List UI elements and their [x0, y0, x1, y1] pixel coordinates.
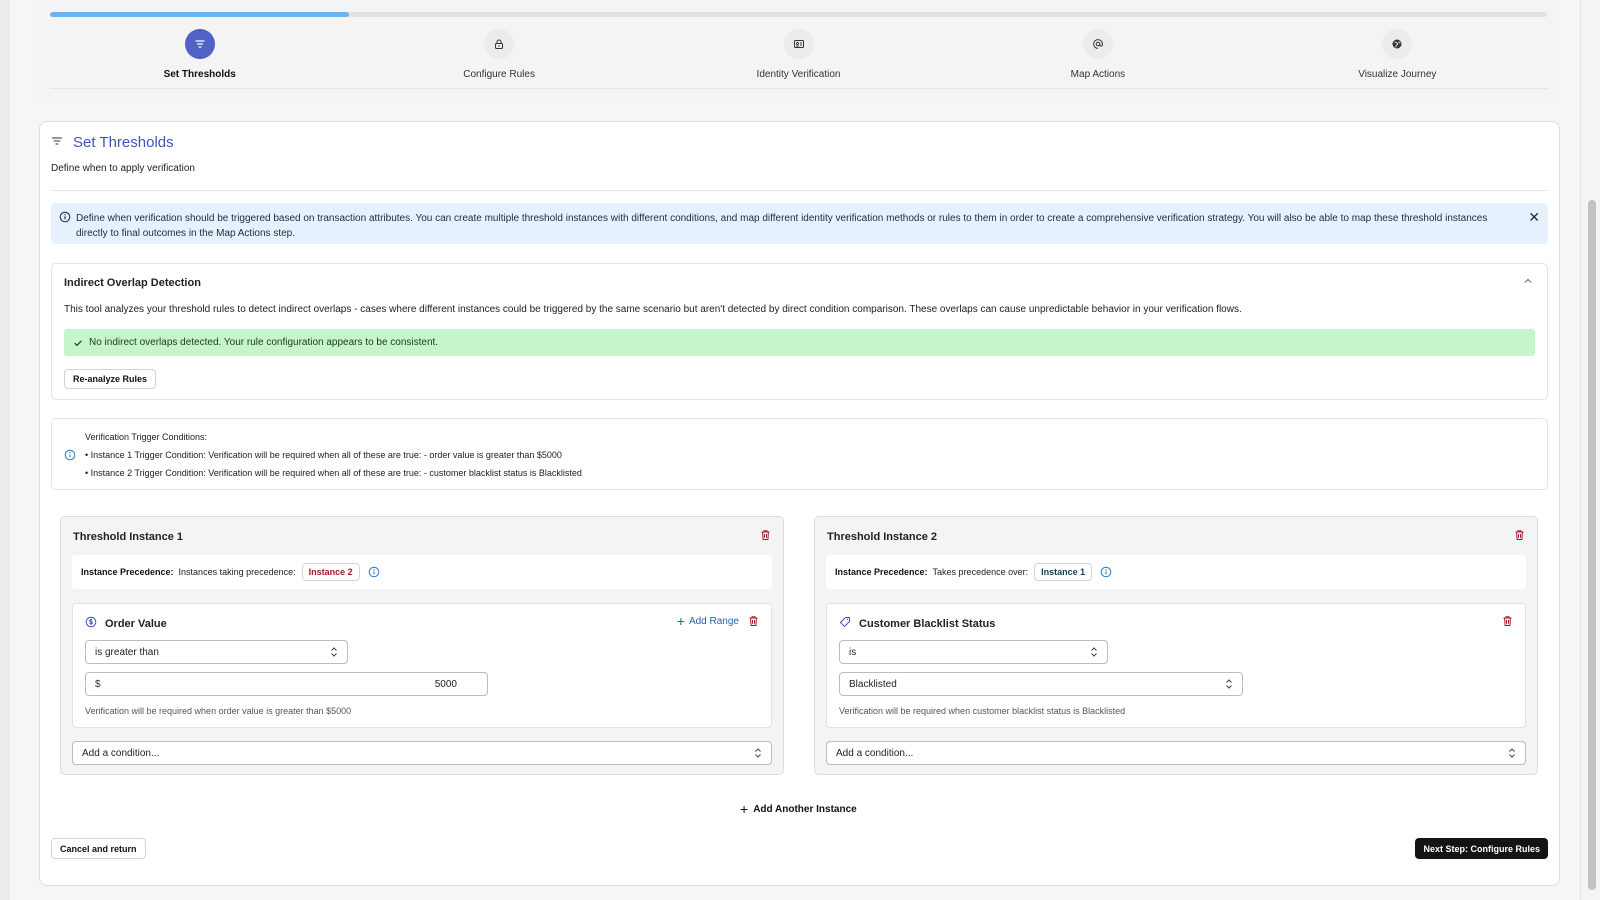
info-icon	[59, 211, 71, 226]
trash-icon[interactable]	[748, 615, 759, 630]
add-range-button[interactable]: + Add Range	[676, 613, 739, 629]
chevron-updown-icon	[330, 646, 338, 661]
step-set-thresholds[interactable]: Set Thresholds	[50, 29, 349, 88]
info-icon[interactable]	[1100, 566, 1112, 578]
step-identity-verification[interactable]: Identity Verification	[649, 29, 948, 88]
add-instance-label: Add Another Instance	[753, 803, 857, 815]
add-condition-placeholder: Add a condition...	[82, 747, 160, 759]
id-card-icon	[783, 29, 814, 59]
chevron-updown-icon	[1225, 678, 1233, 693]
chevron-updown-icon	[1090, 646, 1098, 661]
add-condition-placeholder: Add a condition...	[836, 747, 914, 759]
trigger-title: Verification Trigger Conditions:	[85, 432, 208, 442]
condition-header: Order Value	[85, 616, 167, 631]
set-thresholds-card: Set Thresholds Define when to apply veri…	[39, 121, 1560, 886]
precedence-badge: Instance 1	[1034, 563, 1093, 581]
overlap-title: Indirect Overlap Detection	[64, 277, 201, 289]
cancel-button[interactable]: Cancel and return	[51, 838, 146, 859]
page-subtitle: Define when to apply verification	[51, 163, 195, 174]
overlap-success-alert: No indirect overlaps detected. Your rule…	[64, 329, 1535, 356]
trigger-conditions-panel: Verification Trigger Conditions: • Insta…	[51, 418, 1548, 490]
plus-icon: +	[676, 613, 685, 629]
precedence-text: Takes precedence over:	[932, 567, 1029, 577]
condition-name: Order Value	[105, 617, 167, 630]
order-value: 5000	[434, 679, 457, 690]
operator-select[interactable]: is	[839, 640, 1108, 664]
check-icon	[73, 338, 83, 348]
trash-icon[interactable]	[1514, 529, 1525, 544]
add-another-instance-button[interactable]: + Add Another Instance	[740, 801, 857, 817]
scrollbar[interactable]	[1580, 0, 1600, 900]
step-label: Configure Rules	[463, 69, 535, 80]
condition-customer-blacklist-status: Customer Blacklist Status is Blacklisted	[826, 603, 1526, 728]
trash-icon[interactable]	[1502, 615, 1513, 630]
globe-icon	[1382, 29, 1413, 59]
blacklist-status-select[interactable]: Blacklisted	[839, 672, 1243, 696]
step-map-actions[interactable]: Map Actions	[948, 29, 1247, 88]
info-icon	[64, 449, 76, 464]
plus-icon: +	[740, 801, 749, 817]
blacklist-status-value: Blacklisted	[849, 678, 897, 690]
overlap-success-text: No indirect overlaps detected. Your rule…	[89, 337, 439, 348]
step-label: Identity Verification	[756, 69, 841, 80]
chevron-up-icon[interactable]	[1523, 276, 1533, 289]
next-step-button[interactable]: Next Step: Configure Rules	[1415, 838, 1548, 859]
progress-bar	[50, 12, 1547, 17]
condition-header: Customer Blacklist Status	[839, 616, 995, 631]
card-header: Set Thresholds	[51, 134, 174, 151]
info-banner: Define when verification should be trigg…	[51, 203, 1548, 244]
instance-title: Threshold Instance 1	[73, 531, 184, 543]
step-label: Map Actions	[1070, 69, 1126, 80]
filter-icon	[51, 135, 63, 150]
precedence-badge: Instance 2	[301, 563, 360, 581]
chevron-updown-icon	[1508, 747, 1516, 762]
add-range-label: Add Range	[688, 615, 739, 627]
condition-name: Customer Blacklist Status	[859, 617, 996, 630]
app-page: Set Thresholds Configure Rules Identity …	[10, 0, 1580, 900]
precedence-label: Instance Precedence:	[835, 567, 928, 577]
condition-order-value: Order Value + Add Range is greater than …	[72, 603, 772, 728]
tag-icon	[839, 616, 851, 631]
scrollbar-thumb[interactable]	[1588, 200, 1596, 890]
operator-select[interactable]: is greater than	[85, 640, 348, 664]
add-condition-select[interactable]: Add a condition...	[826, 741, 1526, 765]
threshold-instance-2: Threshold Instance 2 Instance Precedence…	[814, 516, 1538, 775]
wizard-stepper: Set Thresholds Configure Rules Identity …	[39, 0, 1560, 102]
info-banner-text: Define when verification should be trigg…	[76, 213, 1488, 239]
dollar-circle-icon	[85, 616, 97, 631]
precedence-label: Instance Precedence:	[81, 567, 174, 577]
step-list: Set Thresholds Configure Rules Identity …	[50, 29, 1547, 89]
order-value-input[interactable]: $ 5000	[85, 672, 488, 696]
trigger-line: • Instance 2 Trigger Condition: Verifica…	[85, 468, 582, 478]
reanalyze-rules-button[interactable]: Re-analyze Rules	[64, 369, 157, 389]
divider	[51, 190, 1548, 191]
trigger-line: • Instance 1 Trigger Condition: Verifica…	[85, 450, 562, 460]
instance-precedence-row: Instance Precedence: Instances taking pr…	[72, 555, 772, 589]
info-icon[interactable]	[368, 566, 380, 578]
condition-helper-text: Verification will be required when custo…	[839, 706, 1126, 716]
step-label: Visualize Journey	[1358, 69, 1437, 80]
chevron-updown-icon	[754, 747, 762, 762]
lock-icon	[484, 29, 515, 59]
page-title: Set Thresholds	[73, 134, 174, 151]
step-configure-rules[interactable]: Configure Rules	[349, 29, 648, 88]
filter-icon	[184, 29, 215, 59]
at-sign-icon	[1082, 29, 1113, 59]
step-label: Set Thresholds	[163, 69, 236, 80]
add-condition-select[interactable]: Add a condition...	[72, 741, 772, 765]
operator-value: is greater than	[95, 646, 159, 658]
progress-fill	[50, 12, 350, 17]
close-icon[interactable]: ✕	[1528, 210, 1540, 226]
operator-value: is	[849, 646, 857, 658]
overlap-description: This tool analyzes your threshold rules …	[64, 304, 1242, 315]
currency-symbol: $	[95, 679, 101, 690]
instance-title: Threshold Instance 2	[827, 531, 938, 543]
trash-icon[interactable]	[760, 529, 771, 544]
overlap-detection-panel: Indirect Overlap Detection This tool ana…	[51, 263, 1548, 400]
instance-precedence-row: Instance Precedence: Takes precedence ov…	[826, 555, 1526, 589]
precedence-text: Instances taking precedence:	[178, 567, 296, 577]
threshold-instance-1: Threshold Instance 1 Instance Precedence…	[60, 516, 784, 775]
step-visualize-journey[interactable]: Visualize Journey	[1248, 29, 1547, 88]
condition-helper-text: Verification will be required when order…	[85, 706, 352, 716]
